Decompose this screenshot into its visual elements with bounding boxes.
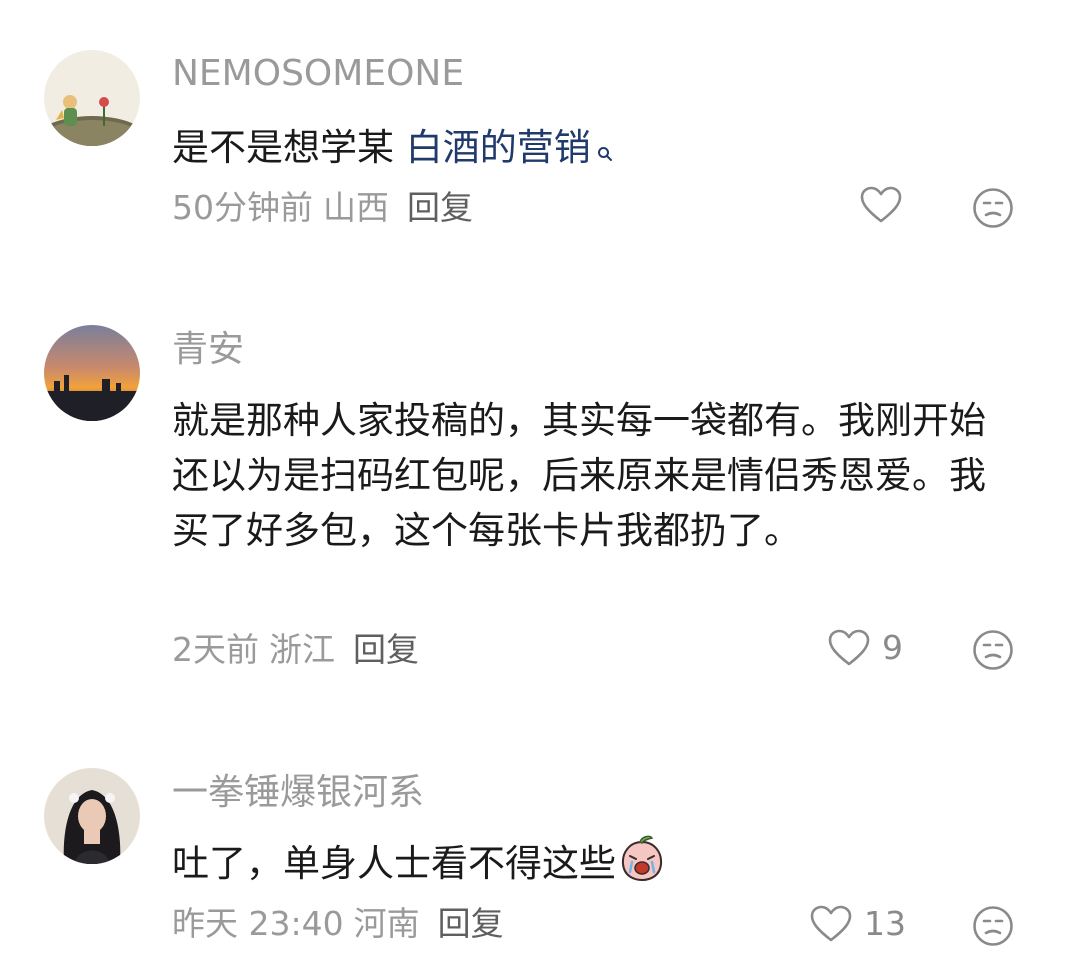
comment-meta: 昨天 23:40 河南 回复	[172, 902, 514, 946]
heart-icon	[810, 905, 852, 941]
girl-portrait-avatar-icon	[44, 768, 140, 864]
timestamp: 昨天 23:40	[172, 904, 344, 943]
meh-face-icon	[973, 906, 1013, 946]
like-count: 13	[864, 904, 906, 943]
avatar[interactable]	[44, 768, 140, 864]
like-button[interactable]: 13	[810, 904, 906, 943]
dislike-button[interactable]	[972, 905, 1014, 951]
location: 河南	[353, 904, 420, 943]
comment-text: 吐了，单身人士看不得这些	[172, 834, 1022, 897]
crying-peach-emoji-icon	[620, 834, 664, 897]
username[interactable]: 一拳锤爆银河系	[172, 771, 424, 815]
reply-button[interactable]: 回复	[438, 904, 504, 943]
comment-text-segment: 吐了，单身人士看不得这些	[172, 842, 616, 885]
comment-item: 一拳锤爆银河系 吐了，单身人士看不得这些 昨天 23:40 河南 回复 13	[0, 0, 1079, 969]
